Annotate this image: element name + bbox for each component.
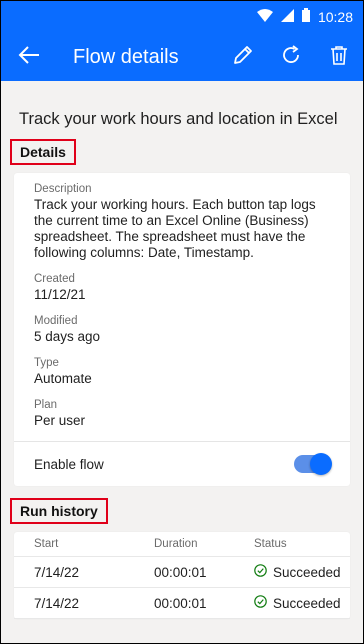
run-start: 7/14/22: [14, 587, 134, 619]
modified-value: 5 days ago: [34, 329, 101, 344]
table-header-row: Start Duration Status: [14, 532, 350, 557]
plan-label: Plan: [34, 399, 58, 411]
wifi-icon: [256, 8, 273, 25]
created-value: 11/12/21: [34, 287, 86, 302]
run-duration: 00:00:01: [134, 556, 234, 588]
back-arrow-icon: [17, 45, 41, 70]
back-button[interactable]: [1, 33, 57, 81]
description-label: Description: [34, 183, 92, 195]
enable-flow-toggle[interactable]: [294, 453, 332, 475]
enable-flow-label: Enable flow: [34, 456, 104, 472]
run-history-card: Start Duration Status 7/14/22 00:00:01 S…: [14, 532, 350, 619]
run-status-text: Succeeded: [273, 595, 341, 611]
toggle-knob: [310, 453, 332, 475]
description-value: Track your working hours. Each button ta…: [34, 197, 316, 260]
app-bar: Flow details: [1, 33, 363, 81]
modified-field: Modified 5 days ago: [34, 315, 330, 345]
enable-flow-row: Enable flow: [14, 441, 350, 486]
success-check-icon: [254, 564, 267, 580]
battery-icon: [301, 8, 310, 25]
type-value: Automate: [34, 371, 92, 386]
run-history-header: Run history: [10, 498, 108, 524]
run-status-text: Succeeded: [273, 564, 341, 580]
signal-icon: [280, 8, 294, 25]
refresh-icon: [280, 44, 302, 71]
page-title: Flow details: [73, 45, 179, 68]
column-header-duration: Duration: [134, 532, 234, 557]
plan-value: Per user: [34, 413, 86, 428]
run-start: 7/14/22: [14, 556, 134, 588]
refresh-button[interactable]: [267, 33, 315, 81]
status-bar: 10:28: [1, 1, 363, 33]
table-row[interactable]: 7/14/22 00:00:01 Succeeded: [14, 556, 350, 588]
modified-label: Modified: [34, 315, 78, 327]
run-status: Succeeded: [234, 587, 350, 619]
created-label: Created: [34, 273, 75, 285]
details-card: Description Track your working hours. Ea…: [14, 173, 350, 486]
run-history-table: Start Duration Status 7/14/22 00:00:01 S…: [14, 532, 350, 619]
success-check-icon: [254, 595, 267, 611]
delete-button[interactable]: [315, 33, 363, 81]
type-field: Type Automate: [34, 357, 330, 387]
edit-pencil-icon: [232, 44, 254, 71]
delete-trash-icon: [328, 44, 350, 71]
content-area: Track your work hours and location in Ex…: [1, 93, 363, 643]
clock-time: 10:28: [317, 8, 353, 25]
run-duration: 00:00:01: [134, 587, 234, 619]
description-field: Description Track your working hours. Ea…: [34, 183, 330, 261]
screen-frame: 10:28 Flow details Track your work hours: [0, 0, 364, 644]
edit-button[interactable]: [219, 33, 267, 81]
created-field: Created 11/12/21: [34, 273, 330, 303]
column-header-status: Status: [234, 532, 350, 557]
details-header: Details: [10, 139, 76, 165]
table-row[interactable]: 7/14/22 00:00:01 Succeeded: [14, 587, 350, 619]
plan-field: Plan Per user: [34, 399, 330, 429]
type-label: Type: [34, 357, 59, 369]
run-status: Succeeded: [234, 556, 350, 588]
column-header-start: Start: [14, 532, 134, 557]
flow-name: Track your work hours and location in Ex…: [19, 110, 338, 128]
